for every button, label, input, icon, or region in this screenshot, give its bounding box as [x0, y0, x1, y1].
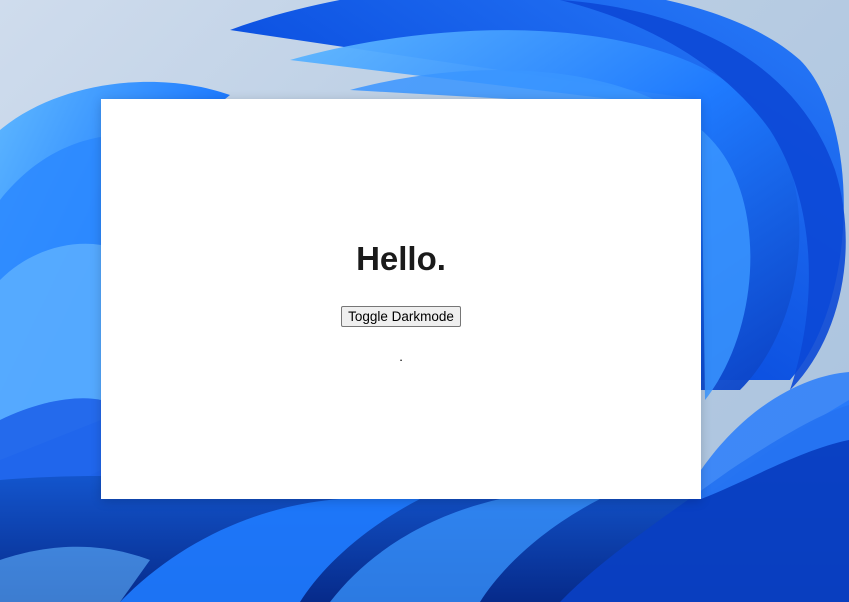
toggle-darkmode-button[interactable]: Toggle Darkmode — [341, 306, 461, 327]
status-text: . — [399, 349, 403, 364]
app-window: Hello. Toggle Darkmode . — [101, 99, 701, 499]
page-heading: Hello. — [356, 240, 446, 277]
